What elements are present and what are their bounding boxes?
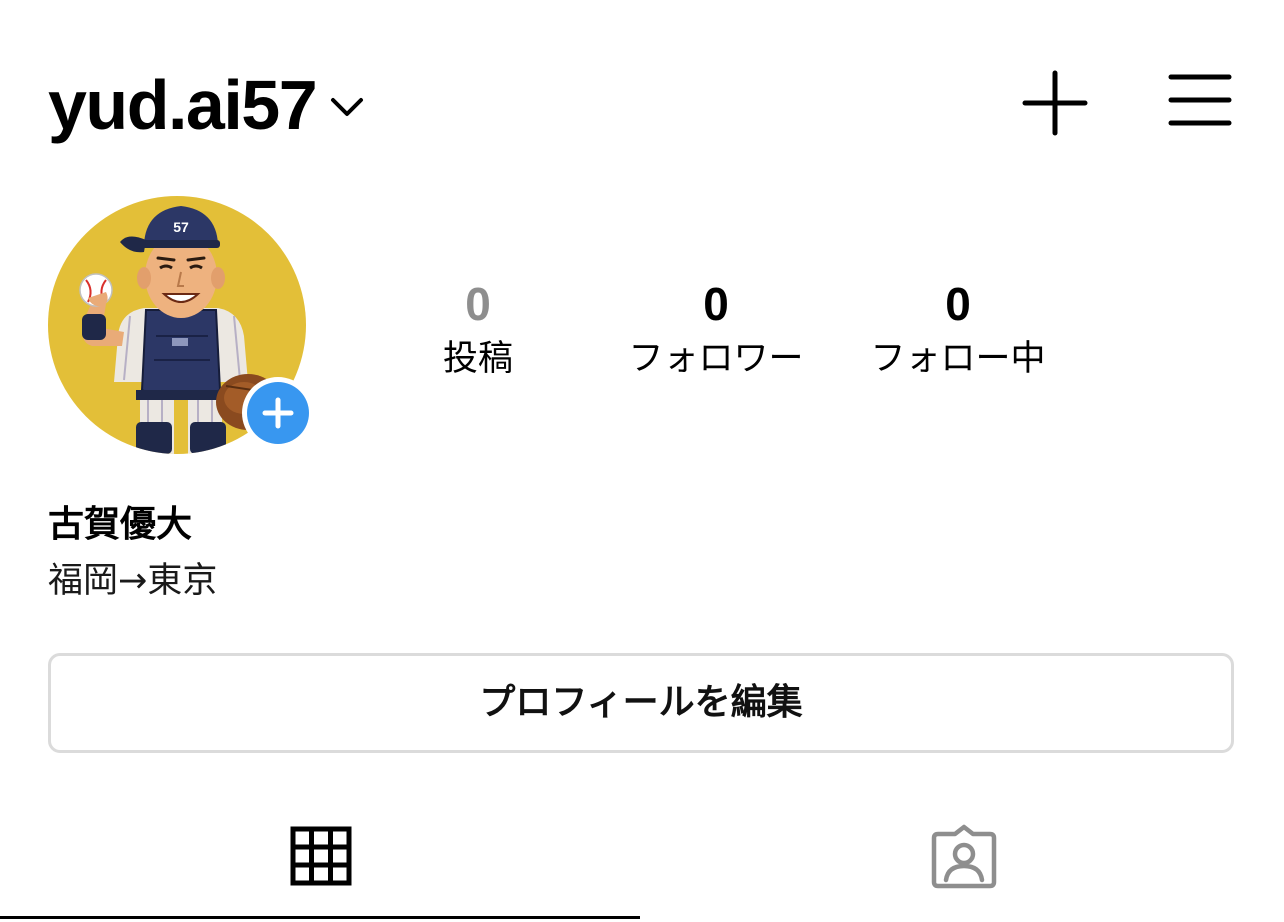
edit-profile-label: プロフィールを編集 xyxy=(479,682,803,723)
posts-label: 投稿 xyxy=(442,339,513,379)
hamburger-menu-icon xyxy=(1168,74,1232,126)
tab-posts-grid[interactable] xyxy=(0,790,642,922)
add-story-button[interactable] xyxy=(242,377,314,449)
tab-tagged[interactable] xyxy=(642,790,1284,922)
followers-label: フォロワー xyxy=(628,339,804,379)
add-story-badge xyxy=(247,382,309,444)
followers-count: 0 xyxy=(703,278,729,330)
posts-stat[interactable]: 0 投稿 xyxy=(418,276,538,384)
tagged-person-icon xyxy=(931,824,997,889)
profile-bio: 福岡→東京 xyxy=(48,561,218,601)
add-story-plus-icon xyxy=(262,397,294,429)
account-switcher[interactable]: yud.ai57 xyxy=(48,66,364,144)
create-button[interactable] xyxy=(1022,70,1088,136)
profile-full-name: 古賀優大 xyxy=(48,504,193,545)
posts-count: 0 xyxy=(465,278,491,330)
grid-icon xyxy=(290,826,352,886)
following-stat[interactable]: 0 フォロー中 xyxy=(838,276,1078,384)
following-count: 0 xyxy=(945,278,971,330)
active-tab-indicator xyxy=(0,916,640,919)
edit-profile-button[interactable]: プロフィールを編集 xyxy=(48,653,1234,753)
profile-header: yud.ai57 xyxy=(0,0,1284,180)
followers-stat[interactable]: 0 フォロワー xyxy=(596,276,836,384)
chevron-down-icon xyxy=(331,98,364,116)
following-label: フォロー中 xyxy=(870,339,1046,379)
plus-icon xyxy=(1022,70,1088,136)
username: yud.ai57 xyxy=(48,66,318,144)
cap-number: 57 xyxy=(173,219,189,235)
menu-button[interactable] xyxy=(1168,72,1232,128)
